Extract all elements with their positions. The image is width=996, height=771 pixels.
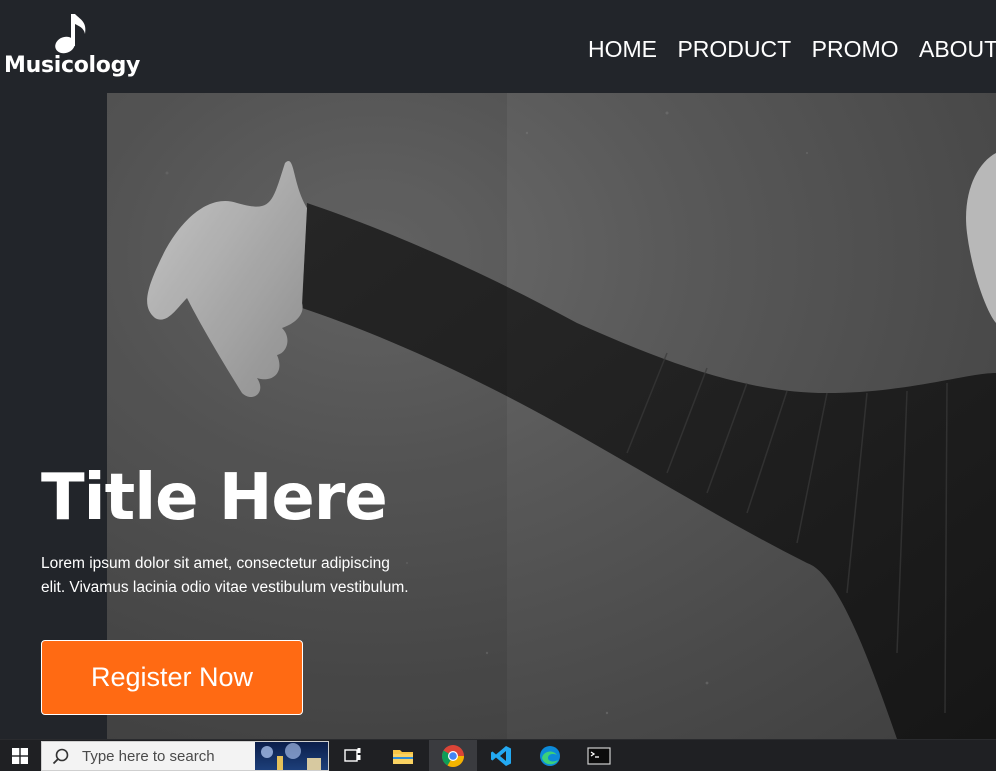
edge-icon: [540, 745, 560, 766]
nav-about[interactable]: ABOUT: [919, 34, 996, 64]
windows-start-button[interactable]: [0, 740, 40, 771]
task-view-icon: [344, 747, 361, 762]
search-placeholder: Type here to search: [82, 748, 215, 765]
logo-text: Musicology: [4, 53, 141, 78]
search-icon: [52, 748, 69, 765]
vscode-button[interactable]: [477, 740, 525, 771]
terminal-button[interactable]: [575, 740, 623, 771]
file-explorer-button[interactable]: [379, 740, 427, 771]
site-logo[interactable]: Musicology: [4, 10, 140, 82]
search-highlight-art: [255, 742, 328, 770]
site-header: Musicology HOME PRODUCT PROMO ABOUT C: [0, 0, 996, 93]
file-explorer-icon: [393, 749, 413, 764]
music-note-icon: [55, 14, 86, 54]
hero-title: Title Here: [41, 461, 388, 535]
main-nav: HOME PRODUCT PROMO ABOUT C: [580, 34, 996, 64]
chrome-button[interactable]: [429, 740, 477, 771]
chrome-icon: [442, 744, 464, 767]
windows-start-icon: [12, 747, 28, 764]
hero-description: Lorem ipsum dolor sit amet, consectetur …: [41, 555, 409, 596]
vscode-icon: [491, 745, 511, 766]
terminal-icon: [587, 746, 611, 765]
nav-product[interactable]: PRODUCT: [677, 34, 791, 64]
nav-home[interactable]: HOME: [588, 34, 657, 64]
nav-promo[interactable]: PROMO: [812, 34, 899, 64]
windows-taskbar: Type here to search: [0, 739, 996, 771]
edge-button[interactable]: [526, 740, 574, 771]
register-now-button[interactable]: Register Now: [41, 640, 303, 715]
task-view-button[interactable]: [329, 740, 377, 771]
taskbar-search-input[interactable]: Type here to search: [41, 741, 329, 771]
